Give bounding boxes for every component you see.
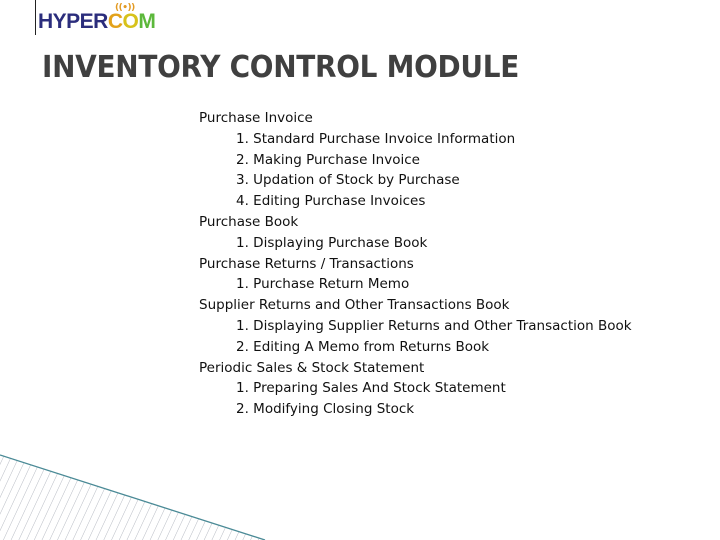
decorative-hatched-corner <box>0 454 266 540</box>
